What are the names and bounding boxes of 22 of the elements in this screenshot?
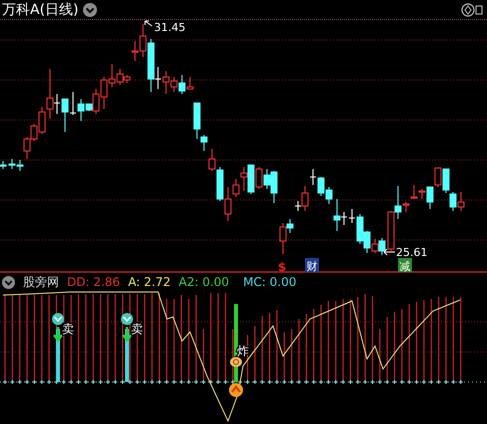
leader-line	[144, 20, 152, 26]
high-price-label: 31.45	[154, 21, 186, 34]
candlestick	[0, 160, 6, 170]
indicator-value: DD: 2.86	[67, 275, 120, 289]
signal-bar	[56, 329, 60, 382]
money-bag-icon[interactable]	[230, 357, 242, 367]
indicator-value: A: 2.72	[128, 275, 171, 289]
event-marker[interactable]: 财	[305, 258, 319, 273]
chevron-up-icon[interactable]	[229, 383, 243, 397]
chart-title: 万科A(日线)	[2, 0, 79, 18]
chevron-down-icon[interactable]	[82, 2, 97, 16]
sell-signal-icon[interactable]	[121, 313, 133, 342]
event-marker[interactable]: $	[278, 260, 286, 274]
leader-line	[384, 248, 396, 256]
indicator-value: MC: 0.00	[243, 275, 296, 289]
signal-bar	[125, 329, 129, 382]
indicator-name: 股旁网	[23, 274, 59, 290]
event-marker[interactable]: 减	[398, 258, 412, 273]
indicator-value: A2: 0.00	[178, 275, 230, 289]
low-price-label: 25.61	[396, 246, 428, 259]
sell-signal-icon[interactable]	[52, 313, 64, 342]
chevron-down-icon[interactable]	[2, 276, 15, 288]
